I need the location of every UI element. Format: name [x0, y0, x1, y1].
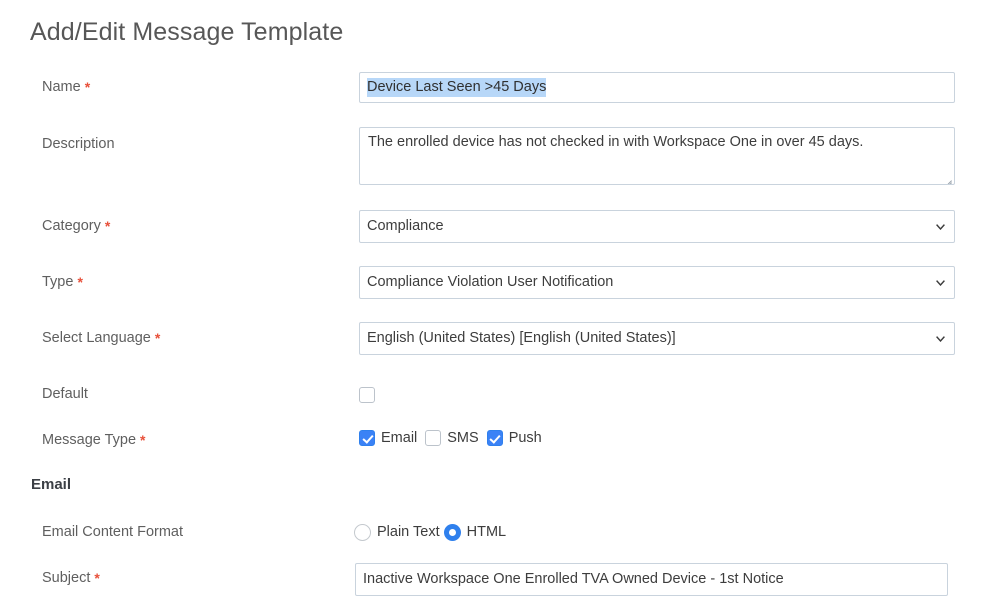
subject-input[interactable]: Inactive Workspace One Enrolled TVA Owne…: [355, 563, 948, 596]
message-type-checkbox-group: Email SMS Push: [359, 428, 550, 448]
default-checkbox-wrap: [359, 385, 375, 405]
form-row-description: Description The enrolled device has not …: [0, 127, 998, 185]
radio-html[interactable]: [443, 523, 461, 541]
type-label-text: Type: [42, 274, 74, 290]
subject-label-text: Subject: [42, 570, 91, 586]
message-type-label-push[interactable]: Push: [509, 430, 542, 446]
message-template-form: Add/Edit Message Template Name * Device L…: [0, 0, 998, 606]
category-label-text: Category: [42, 218, 101, 234]
default-checkbox-group: [359, 385, 375, 405]
select-language-select-value: English (United States) [English (United…: [367, 330, 676, 346]
select-language-label-text: Select Language: [42, 330, 151, 346]
name-label: Name *: [42, 79, 90, 95]
form-row-category: Category * Compliance: [0, 210, 998, 243]
type-select[interactable]: Compliance Violation User Notification: [359, 266, 955, 299]
description-textarea[interactable]: The enrolled device has not checked in w…: [359, 127, 955, 185]
radio-label-html[interactable]: HTML: [467, 524, 506, 540]
message-type-checkbox-sms[interactable]: [425, 430, 442, 446]
category-select-value: Compliance: [367, 218, 444, 234]
email-content-format-radio-group: Plain Text HTML: [354, 521, 510, 543]
message-type-checkbox-push[interactable]: [486, 430, 503, 446]
required-asterisk: *: [84, 79, 91, 95]
name-input[interactable]: Device Last Seen >45 Days: [359, 72, 955, 103]
radio-plain-text[interactable]: [354, 523, 371, 541]
required-asterisk: *: [104, 218, 111, 234]
default-label: Default: [42, 386, 88, 402]
message-type-options: Email SMS Push: [359, 428, 550, 448]
description-label: Description: [42, 136, 115, 152]
subject-label: Subject *: [42, 570, 100, 586]
default-label-text: Default: [42, 386, 88, 402]
email-section-header: Email: [31, 476, 72, 493]
message-type-label: Message Type *: [42, 432, 146, 448]
message-type-checkbox-email[interactable]: [359, 430, 375, 446]
message-type-label-text: Message Type: [42, 432, 137, 448]
message-type-label-sms[interactable]: SMS: [447, 430, 478, 446]
name-input-value: Device Last Seen >45 Days: [367, 78, 547, 97]
name-label-text: Name: [42, 79, 81, 95]
description-textarea-value: The enrolled device has not checked in w…: [368, 134, 864, 150]
radio-label-plain-text[interactable]: Plain Text: [377, 524, 440, 540]
chevron-down-icon: [936, 223, 945, 230]
category-select[interactable]: Compliance: [359, 210, 955, 243]
resize-handle-icon[interactable]: [942, 173, 952, 183]
required-asterisk: *: [154, 330, 161, 346]
email-content-format-label-text: Email Content Format: [42, 524, 184, 540]
required-asterisk: *: [140, 432, 146, 448]
chevron-down-icon: [936, 335, 945, 342]
email-content-format-label: Email Content Format: [42, 524, 183, 540]
type-label: Type *: [42, 274, 83, 290]
category-label: Category *: [42, 218, 110, 234]
form-row-type: Type * Compliance Violation User Notifica…: [0, 266, 998, 299]
description-label-text: Description: [42, 136, 115, 152]
required-asterisk: *: [94, 570, 100, 586]
form-row-select-language: Select Language * English (United States)…: [0, 322, 998, 355]
message-type-label-email[interactable]: Email: [381, 430, 417, 446]
default-checkbox[interactable]: [359, 387, 375, 403]
email-content-format-options: Plain Text HTML: [354, 521, 510, 543]
select-language-select[interactable]: English (United States) [English (United…: [359, 322, 955, 355]
chevron-down-icon: [936, 279, 945, 286]
page-title: Add/Edit Message Template: [30, 18, 344, 46]
select-language-label: Select Language *: [42, 330, 160, 346]
type-select-value: Compliance Violation User Notification: [367, 274, 614, 290]
subject-input-value: Inactive Workspace One Enrolled TVA Owne…: [363, 571, 784, 587]
required-asterisk: *: [77, 274, 83, 290]
